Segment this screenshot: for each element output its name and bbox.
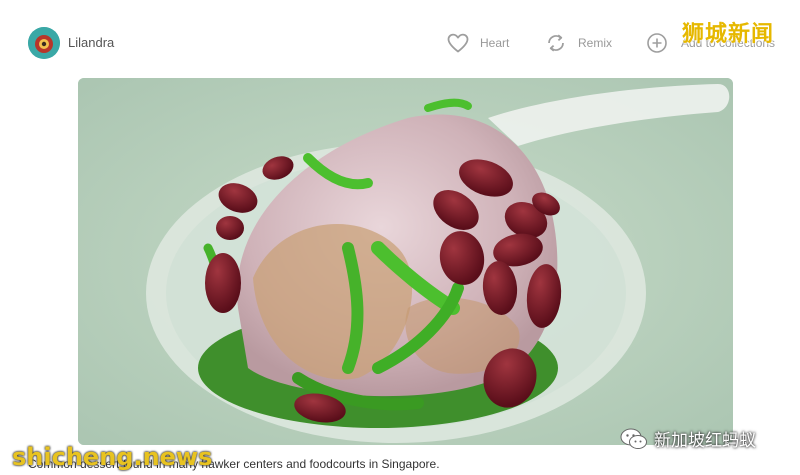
avatar-icon xyxy=(28,27,60,59)
plus-circle-icon xyxy=(647,33,667,53)
remix-label: Remix xyxy=(578,36,613,50)
watermark-top: 狮城新闻 xyxy=(682,22,775,47)
watermark-bottom-right: 新加坡红蚂蚁 xyxy=(620,426,756,451)
wechat-icon xyxy=(620,428,647,449)
avatar[interactable] xyxy=(28,27,60,59)
heart-label: Heart xyxy=(480,36,510,50)
watermark-bottom-left: shicheng.news xyxy=(12,443,213,471)
cendol-dessert-photo xyxy=(78,78,733,445)
heart-icon xyxy=(447,33,469,53)
username[interactable]: Lilandra xyxy=(68,35,114,50)
dessert-photo[interactable] xyxy=(78,78,733,445)
top-bar: Lilandra Heart Remix Add to collections … xyxy=(0,0,800,80)
watermark-bottom-right-text: 新加坡红蚂蚁 xyxy=(654,431,756,451)
heart-button[interactable]: Heart xyxy=(446,30,509,56)
remix-button[interactable]: Remix xyxy=(544,30,612,56)
remix-icon xyxy=(548,34,564,52)
